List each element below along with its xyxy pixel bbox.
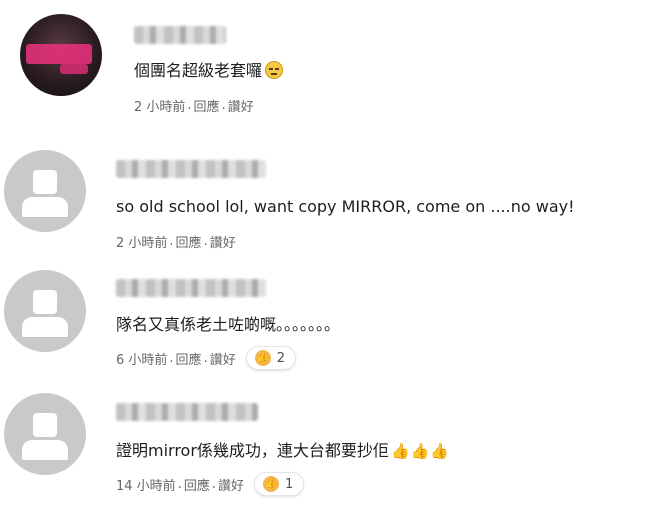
avatar[interactable]: [4, 150, 86, 232]
comment-text: so old school lol, want copy MIRROR, com…: [116, 197, 575, 216]
commenter-name-redacted[interactable]: [116, 160, 266, 178]
comment-meta: 14 小時前 . 回應 . 讚好 👍 1: [116, 472, 305, 496]
comment-meta: 2 小時前 . 回應 . 讚好: [116, 232, 236, 251]
comment-text: 個團名超級老套囉: [134, 60, 284, 82]
thumbs-up-emojis: 👍👍👍: [390, 442, 450, 460]
thumbs-up-icon: 👍: [263, 476, 279, 492]
timestamp: 2 小時前: [134, 100, 186, 115]
timestamp: 2 小時前: [116, 236, 168, 251]
timestamp: 14 小時前: [116, 478, 176, 494]
timestamp: 6 小時前: [116, 352, 168, 368]
commenter-name-redacted[interactable]: [116, 279, 266, 297]
reply-link[interactable]: 回應: [176, 232, 202, 251]
reaction-count-badge[interactable]: 👍 2: [245, 346, 296, 370]
comment-meta: 2 小時前 . 回應 . 讚好: [134, 96, 254, 115]
comment-meta: 6 小時前 . 回應 . 讚好 👍 2: [116, 346, 296, 370]
comment-text: 證明mirror係幾成功，連大台都要抄佢 👍👍👍: [116, 441, 450, 460]
expressionless-face-icon: [265, 61, 284, 79]
reply-link[interactable]: 回應: [194, 96, 220, 115]
reply-link[interactable]: 回應: [184, 475, 210, 494]
avatar[interactable]: [4, 270, 86, 352]
like-link[interactable]: 讚好: [218, 475, 244, 494]
commenter-name-redacted[interactable]: [134, 26, 226, 44]
like-link[interactable]: 讚好: [228, 96, 254, 115]
avatar[interactable]: [20, 14, 102, 96]
thumbs-up-icon: 👍: [254, 350, 271, 366]
like-link[interactable]: 讚好: [210, 232, 236, 251]
reaction-count-badge[interactable]: 👍 1: [254, 472, 305, 496]
comment-text: 隊名又真係老土咗啲嘅。。。。。。。: [116, 315, 341, 334]
commenter-name-redacted[interactable]: [116, 403, 258, 421]
avatar[interactable]: [4, 393, 86, 475]
reply-link[interactable]: 回應: [176, 349, 202, 368]
like-link[interactable]: 讚好: [210, 349, 236, 368]
